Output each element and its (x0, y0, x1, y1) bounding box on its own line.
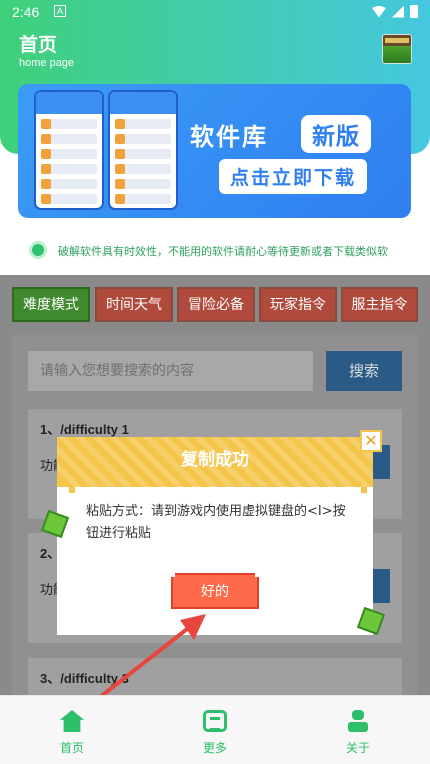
copy-button[interactable] (370, 569, 390, 603)
search-input[interactable]: 请输入您想要搜索的内容 (28, 351, 313, 391)
banner-download-button[interactable]: 点击立即下载 (219, 159, 368, 194)
page-subtitle: home page (19, 57, 75, 69)
close-icon[interactable]: ✕ (360, 430, 382, 452)
battery-icon (410, 5, 418, 18)
copy-success-dialog: 复制成功 粘贴方式：请到游戏内使用虚拟键盘的<I>按钮进行粘贴 好的 (57, 437, 373, 635)
pixel-decoration (69, 487, 75, 493)
nav-item-about[interactable]: 关于 (313, 696, 403, 764)
nav-item-home[interactable]: 首页 (27, 696, 117, 764)
home-icon (60, 710, 84, 732)
wifi-icon (372, 5, 386, 18)
nav-label: 首页 (59, 741, 84, 755)
nav-label: 更多 (202, 741, 227, 755)
dialog-message: 粘贴方式：请到游戏内使用虚拟键盘的<I>按钮进行粘贴 (86, 504, 346, 541)
phone-mockup-icon (34, 90, 104, 210)
banner-badge: 新版 (301, 115, 371, 153)
more-icon (203, 710, 227, 732)
tab-adventure-essentials[interactable]: 冒险必备 (177, 287, 255, 322)
signal-icon (392, 5, 404, 18)
notification-icon: A (54, 5, 66, 17)
page-title: 首页 (19, 34, 58, 56)
phone-mockup-icon (108, 90, 178, 210)
status-icons (372, 5, 418, 18)
user-icon (346, 710, 370, 732)
banner-title: 软件库 (190, 123, 268, 151)
tab-time-weather[interactable]: 时间天气 (95, 287, 173, 322)
status-time: 2:46 (12, 4, 40, 20)
notice-text: 破解软件具有时效性，不能用的软件请耐心等待更新或者下载类似软 (58, 245, 388, 258)
tab-difficulty-mode[interactable]: 难度模式 (12, 287, 90, 322)
bottom-navigation: 首页 更多 关于 (0, 695, 430, 764)
notice-bar: 破解软件具有时效性，不能用的软件请耐心等待更新或者下载类似软 (0, 228, 430, 272)
status-bar: 2:46 A (0, 0, 430, 24)
command-card: 3、/difficulty 3 (28, 658, 402, 695)
nav-item-more[interactable]: 更多 (170, 696, 260, 764)
nav-label: 关于 (345, 741, 370, 755)
ok-button[interactable]: 好的 (171, 573, 259, 609)
app-avatar-icon[interactable] (382, 34, 412, 64)
command-title: 3、/difficulty 3 (40, 671, 129, 686)
software-library-banner[interactable]: 软件库 新版 点击立即下载 (18, 84, 411, 218)
tab-player-commands[interactable]: 玩家指令 (259, 287, 337, 322)
notice-dot-icon (29, 241, 47, 259)
pixel-decoration (361, 487, 367, 493)
tab-server-commands[interactable]: 服主指令 (341, 287, 418, 322)
search-button[interactable]: 搜索 (326, 351, 402, 391)
command-title: 1、/difficulty 1 (40, 422, 129, 437)
dialog-title: 复制成功 (181, 450, 249, 470)
